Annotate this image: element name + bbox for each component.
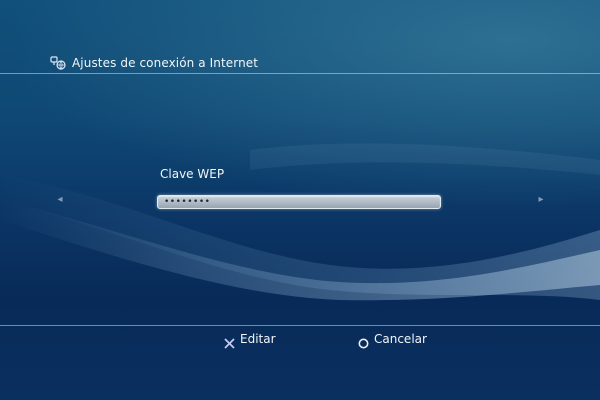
arrow-left-icon[interactable]: ◂ xyxy=(55,195,65,205)
edit-button[interactable]: Editar xyxy=(224,331,276,348)
header-divider xyxy=(0,73,600,74)
header: Ajustes de conexión a Internet xyxy=(50,54,258,72)
footer-divider xyxy=(0,325,600,326)
edit-button-label: Editar xyxy=(240,332,276,346)
wep-key-input[interactable] xyxy=(157,195,441,209)
cancel-button-label: Cancelar xyxy=(374,332,427,346)
network-settings-icon xyxy=(50,55,66,71)
arrow-right-icon[interactable]: ▸ xyxy=(536,195,546,205)
cancel-button[interactable]: Cancelar xyxy=(358,331,427,348)
cross-button-icon xyxy=(224,334,235,348)
page-title: Ajustes de conexión a Internet xyxy=(72,56,259,70)
circle-button-icon xyxy=(358,334,369,348)
wep-key-label: Clave WEP xyxy=(160,167,225,181)
